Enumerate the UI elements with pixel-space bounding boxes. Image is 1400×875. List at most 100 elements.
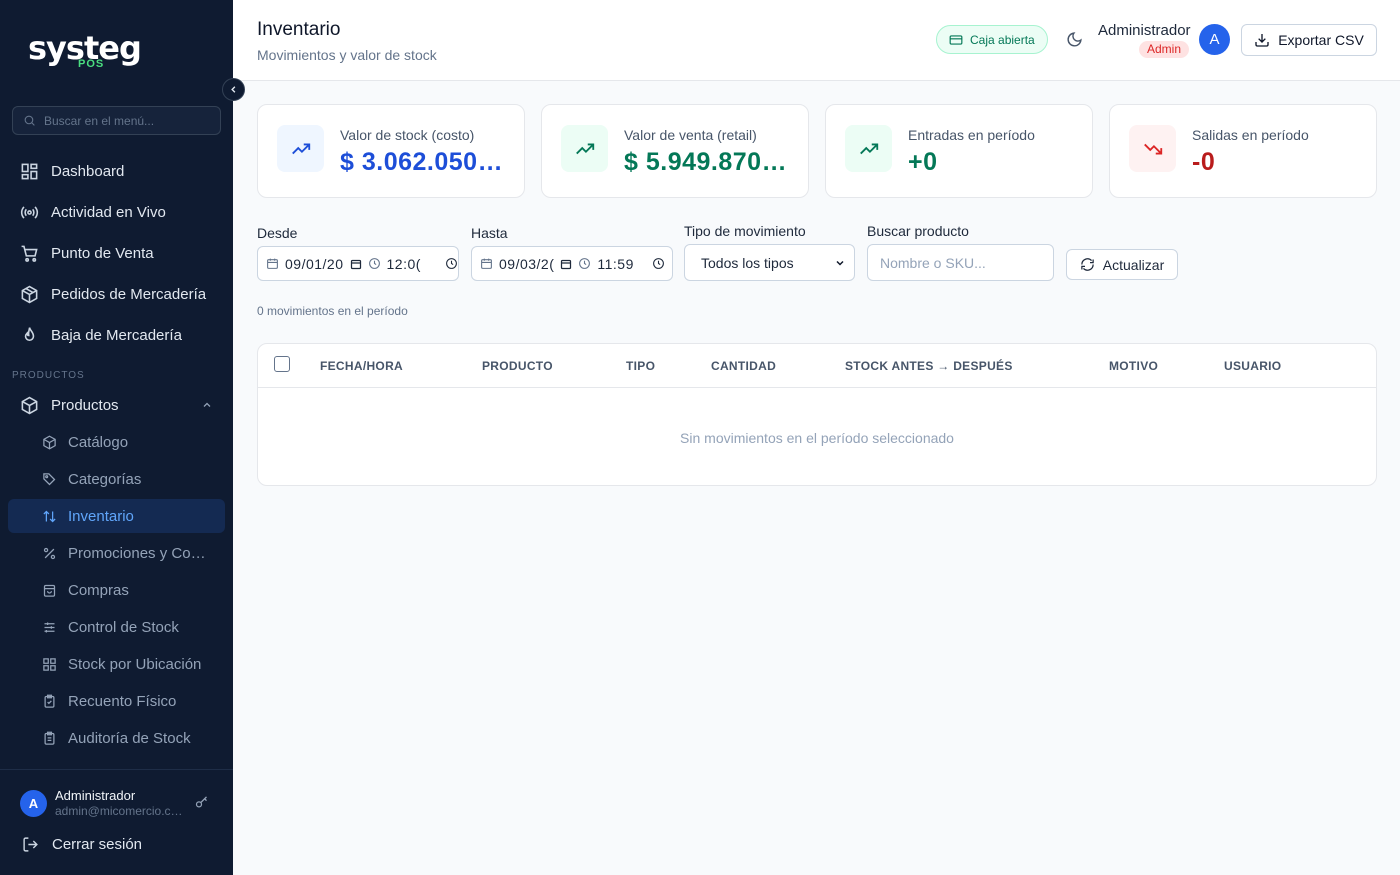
- nav-label: Baja de Mercadería: [51, 326, 182, 344]
- key-icon[interactable]: [194, 795, 209, 810]
- export-csv-label: Exportar CSV: [1278, 32, 1364, 48]
- calendar-icon: [481, 258, 492, 269]
- refresh-button[interactable]: Actualizar: [1066, 249, 1178, 280]
- to-datetime-input[interactable]: 09/03/2( 11:59: [471, 246, 673, 281]
- header: Inventario Movimientos y valor de stock …: [233, 0, 1400, 81]
- product-search-input[interactable]: [867, 244, 1054, 281]
- percent-icon: [43, 547, 56, 559]
- clock-icon[interactable]: [445, 257, 458, 270]
- column-header[interactable]: TIPO: [626, 359, 655, 373]
- clipboard-check-icon: [44, 694, 55, 708]
- from-label: Desde: [257, 225, 298, 241]
- logo-subtext: POS: [78, 58, 105, 70]
- tag-icon: [43, 472, 56, 485]
- clock-icon[interactable]: [652, 257, 665, 270]
- from-datetime-input[interactable]: 09/01/20 12:0(: [257, 246, 459, 281]
- nav-stock-por-ubicacion[interactable]: Stock por Ubicación: [8, 647, 225, 681]
- calendar-icon[interactable]: [350, 258, 362, 270]
- nav-label: Dashboard: [51, 162, 125, 180]
- download-icon: [1255, 34, 1269, 47]
- role-badge: Admin: [1139, 41, 1190, 58]
- nav-label: Productos: [51, 396, 119, 414]
- to-label: Hasta: [471, 225, 508, 241]
- chevron-up-icon: [203, 402, 211, 407]
- header-user-name: Administrador: [1098, 22, 1191, 39]
- card-retail-value: Valor de venta (retail) $ 5.949.870,00: [541, 104, 809, 198]
- movements-table: FECHA/HORA PRODUCTO TIPO CANTIDAD STOCK …: [257, 343, 1377, 486]
- broadcast-icon: [20, 205, 39, 219]
- nav-punto-de-venta[interactable]: Punto de Venta: [8, 235, 225, 271]
- box-icon: [43, 435, 56, 449]
- nav-productos-group[interactable]: Productos: [8, 387, 225, 423]
- card-label: Valor de stock (costo): [340, 127, 475, 143]
- card-value: $ 5.949.870,00: [624, 148, 792, 176]
- nav-inventario[interactable]: Inventario: [8, 499, 225, 533]
- logout-icon: [23, 837, 38, 852]
- column-header[interactable]: STOCK ANTES → DESPUÉS: [845, 359, 1013, 373]
- section-label-productos: PRODUCTOS: [12, 370, 85, 381]
- avatar[interactable]: A: [20, 790, 47, 817]
- from-time-value: 12:0(: [386, 255, 421, 272]
- movement-type-value: Todos los tipos: [701, 254, 794, 271]
- chevron-down-icon: [836, 260, 844, 266]
- column-header[interactable]: USUARIO: [1224, 359, 1281, 373]
- refresh-icon: [1081, 258, 1094, 271]
- card-salidas: Salidas en período -0: [1109, 104, 1377, 198]
- calendar-icon[interactable]: [560, 258, 572, 270]
- nav-baja-de-mercaderia[interactable]: Baja de Mercadería: [8, 317, 225, 353]
- collapse-sidebar-button[interactable]: [222, 78, 245, 101]
- card-icon-box: [845, 125, 892, 172]
- nav-dashboard[interactable]: Dashboard: [8, 153, 225, 189]
- box-icon: [21, 396, 38, 414]
- nav-categorias[interactable]: Categorías: [8, 462, 225, 496]
- menu-search-input[interactable]: [44, 113, 214, 128]
- column-header[interactable]: PRODUCTO: [482, 359, 553, 373]
- arrows-updown-icon: [43, 510, 56, 522]
- to-date-value: 09/03/2(: [499, 255, 555, 272]
- card-entradas: Entradas en período +0: [825, 104, 1093, 198]
- package-icon: [21, 285, 38, 303]
- nav-label: Punto de Venta: [51, 244, 154, 262]
- menu-search[interactable]: [12, 106, 221, 135]
- nav-label: Categorías: [68, 470, 142, 488]
- card-value: +0: [908, 148, 938, 176]
- page-title: Inventario: [257, 19, 341, 40]
- card-icon-box: [561, 125, 608, 172]
- nav-control-de-stock[interactable]: Control de Stock: [8, 610, 225, 644]
- nav-label: Catálogo: [68, 433, 129, 451]
- column-header[interactable]: CANTIDAD: [711, 359, 776, 373]
- column-header[interactable]: FECHA/HORA: [320, 359, 403, 373]
- chevron-left-icon: [231, 86, 236, 93]
- clock-icon: [368, 258, 380, 269]
- card-value: $ 3.062.050,00: [340, 148, 508, 176]
- caja-status-label: Caja abierta: [970, 32, 1035, 47]
- clipboard-list-icon: [44, 731, 55, 745]
- grid-icon: [43, 657, 56, 671]
- nav-label: Inventario: [68, 507, 134, 525]
- product-search-label: Buscar producto: [867, 223, 969, 239]
- card-icon-box: [1129, 125, 1176, 172]
- nav-recuento-fisico[interactable]: Recuento Físico: [8, 684, 225, 718]
- caja-status-badge[interactable]: Caja abierta: [936, 25, 1048, 54]
- nav-catalogo[interactable]: Catálogo: [8, 425, 225, 459]
- logo[interactable]: systeg POS: [28, 30, 142, 70]
- credit-card-icon: [949, 34, 963, 45]
- movement-type-select[interactable]: Todos los tipos: [684, 244, 855, 281]
- column-header[interactable]: MOTIVO: [1109, 359, 1158, 373]
- table-header: FECHA/HORA PRODUCTO TIPO CANTIDAD STOCK …: [258, 344, 1376, 388]
- header-avatar[interactable]: A: [1199, 24, 1230, 55]
- logout-button[interactable]: Cerrar sesión: [22, 836, 142, 853]
- nav-compras[interactable]: Compras: [8, 573, 225, 607]
- empty-state-message: Sin movimientos en el período selecciona…: [680, 430, 954, 446]
- nav-actividad-en-vivo[interactable]: Actividad en Vivo: [8, 194, 225, 230]
- clock-icon: [579, 258, 591, 269]
- search-icon: [24, 115, 35, 126]
- nav-label: Stock por Ubicación: [68, 655, 202, 673]
- select-all-checkbox[interactable]: [274, 356, 290, 372]
- nav-promociones[interactable]: Promociones y Combos: [8, 536, 225, 570]
- nav-pedidos-de-mercaderia[interactable]: Pedidos de Mercadería: [8, 276, 225, 312]
- export-csv-button[interactable]: Exportar CSV: [1241, 24, 1377, 56]
- nav-label: Recuento Físico: [68, 692, 177, 710]
- nav-auditoria-de-stock[interactable]: Auditoría de Stock: [8, 721, 225, 755]
- moon-icon[interactable]: [1066, 31, 1083, 48]
